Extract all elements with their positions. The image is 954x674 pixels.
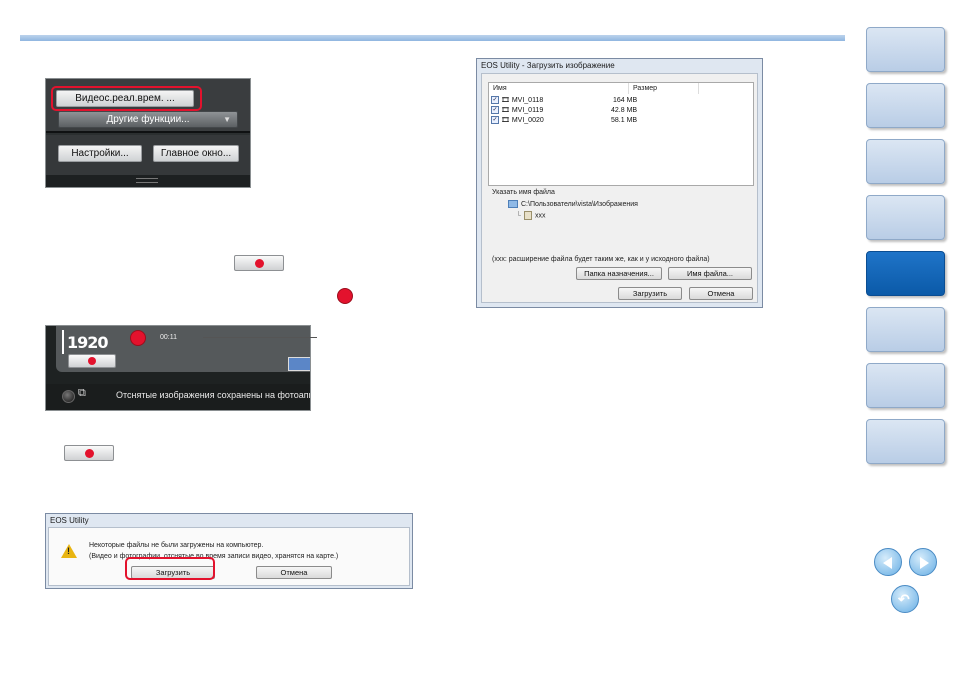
main-window-button[interactable]: Главное окно... — [153, 145, 239, 162]
warning-icon: ! — [61, 544, 77, 558]
folder-icon — [508, 200, 518, 208]
return-button[interactable]: ↶ — [891, 585, 919, 613]
cancel-button[interactable]: Отмена — [689, 287, 753, 300]
download-dialog: EOS Utility - Загрузить изображение Имя … — [476, 58, 763, 308]
header-rule — [20, 35, 845, 41]
callout-line — [203, 337, 317, 338]
file-name-button[interactable]: Имя файла... — [668, 267, 752, 280]
recording-indicator-icon — [337, 288, 353, 304]
nav-tab-8[interactable] — [866, 419, 945, 464]
record-dot-icon — [88, 357, 96, 365]
nav-tab-6[interactable] — [866, 307, 945, 352]
record-dot-icon — [255, 259, 264, 268]
path-row: C:\Пользователи\vista\Изображения — [508, 200, 638, 208]
recording-dot-icon — [130, 330, 146, 346]
stop-record-button[interactable] — [68, 354, 116, 368]
download-title: EOS Utility - Загрузить изображение — [481, 61, 615, 70]
record-button[interactable] — [64, 445, 114, 461]
column-size[interactable]: Размер — [629, 83, 699, 94]
checkbox-icon[interactable]: ✓ — [491, 96, 499, 105]
status-message: Отснятые изображения сохранены на фотоап… — [116, 390, 310, 400]
recording-timer: 00:11 — [160, 334, 177, 341]
list-item[interactable]: ✓ 🎞 MVI_0118 164 MB — [491, 96, 637, 106]
dropdown-arrow-icon: ▼ — [223, 115, 231, 124]
alert-line-1: Некоторые файлы не были загружены на ком… — [89, 542, 264, 549]
highlight-frame — [125, 557, 215, 580]
nav-tab-4[interactable] — [866, 195, 945, 240]
film-icon: 🎞 — [501, 107, 510, 114]
resolution-badge: 1920 — [62, 330, 109, 354]
prev-page-icon — [883, 557, 892, 569]
file-icon — [523, 211, 532, 220]
camera-copy-icon: ⧉ — [78, 387, 86, 399]
nav-tab-7[interactable] — [866, 363, 945, 408]
alert-dialog: EOS Utility ! Некоторые файлы не были за… — [45, 513, 413, 589]
nav-tab-1[interactable] — [866, 27, 945, 72]
resize-grip[interactable] — [136, 178, 158, 183]
size-select[interactable]: ▼ — [288, 357, 310, 371]
record-dot-icon — [85, 449, 94, 458]
highlight-frame — [51, 86, 202, 111]
extension-note: (xxx: расширение файла будет таким же, к… — [492, 256, 710, 263]
nav-tab-2[interactable] — [866, 83, 945, 128]
checkbox-icon[interactable]: ✓ — [491, 106, 499, 115]
next-page-button[interactable] — [909, 548, 937, 576]
ext-row: └ xxx — [516, 211, 546, 220]
checkbox-icon[interactable]: ✓ — [491, 116, 499, 125]
settings-button[interactable]: Настройки... — [58, 145, 142, 162]
next-page-icon — [920, 557, 929, 569]
record-button[interactable] — [234, 255, 284, 271]
film-icon: 🎞 — [501, 97, 510, 104]
prev-page-button[interactable] — [874, 548, 902, 576]
column-name[interactable]: Имя — [489, 83, 629, 94]
nav-tab-5-active[interactable] — [866, 251, 945, 296]
alert-title: EOS Utility — [50, 516, 89, 525]
file-list[interactable]: Имя Размер ✓ 🎞 MVI_0118 164 MB ✓ 🎞 MVI_011… — [488, 82, 754, 186]
other-functions-label: Другие функции... — [106, 114, 190, 125]
film-icon: 🎞 — [501, 117, 510, 124]
alert-cancel-button[interactable]: Отмена — [256, 566, 332, 579]
return-icon: ↶ — [898, 591, 910, 607]
filename-label: Указать имя файла — [492, 189, 555, 196]
destination-folder-button[interactable]: Папка назначения... — [576, 267, 662, 280]
list-item[interactable]: ✓ 🎞 MVI_0020 58.1 MB — [491, 116, 637, 126]
download-button[interactable]: Загрузить — [618, 287, 682, 300]
nav-tab-3[interactable] — [866, 139, 945, 184]
list-item[interactable]: ✓ 🎞 MVI_0119 42.8 MB — [491, 106, 637, 116]
other-functions-button[interactable]: Другие функции... ▼ — [58, 111, 238, 128]
lens-icon — [62, 390, 75, 403]
